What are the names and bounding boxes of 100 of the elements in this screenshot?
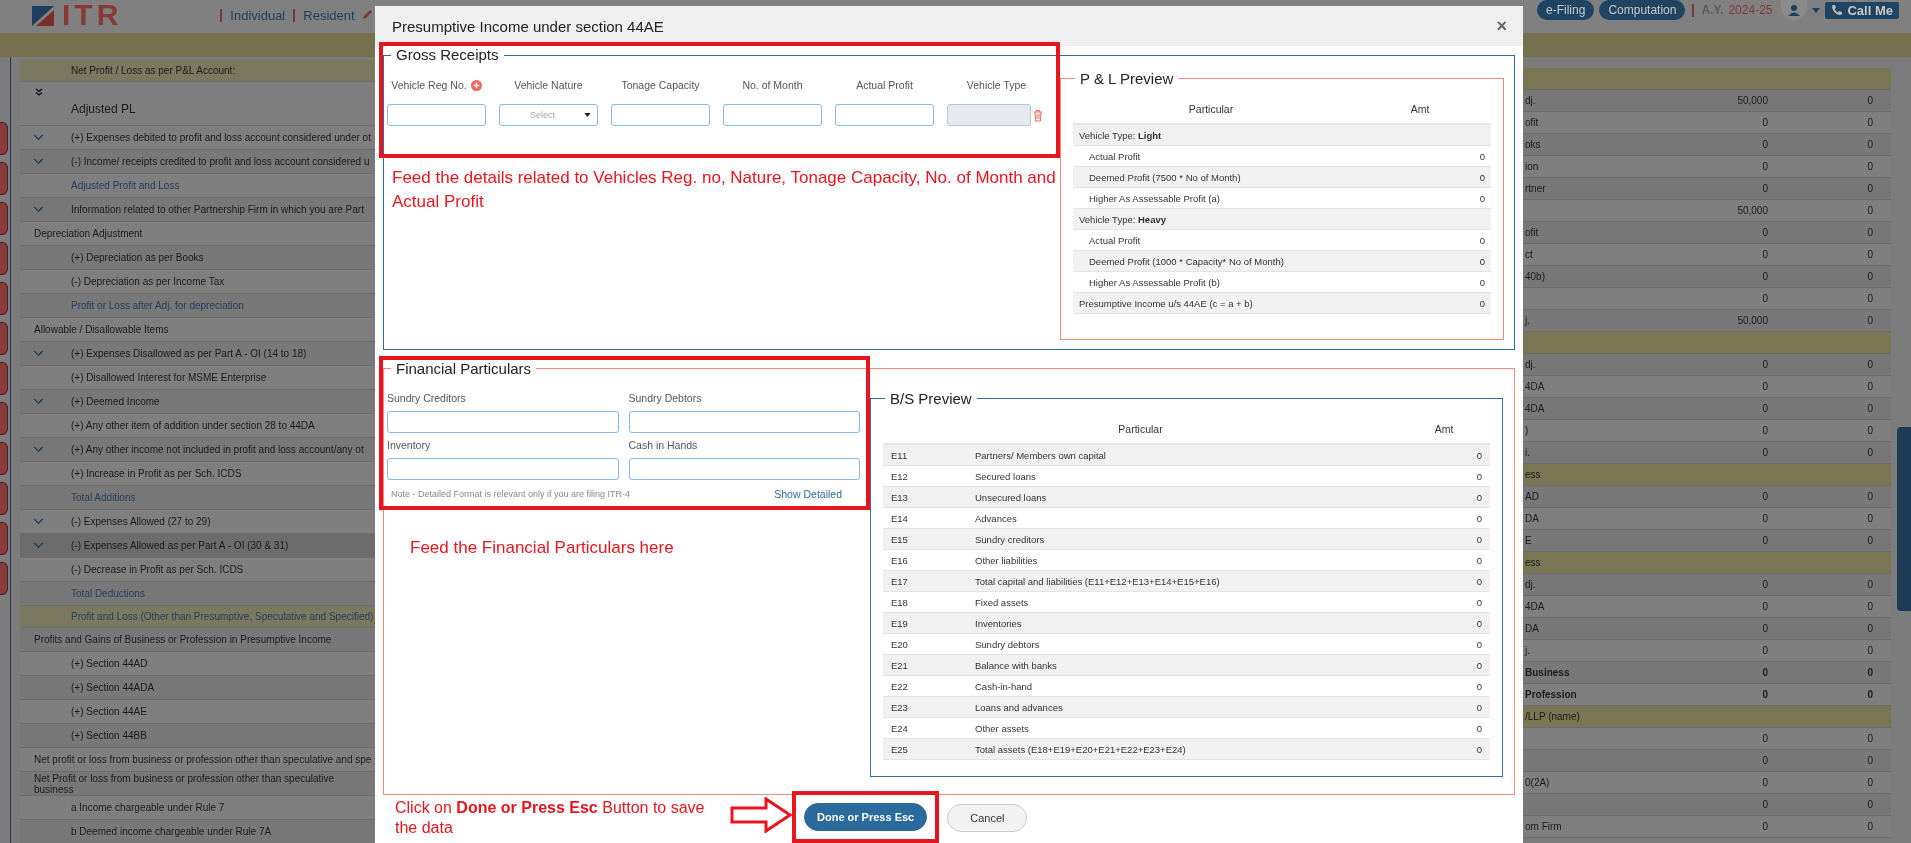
amount-cell: 0 [1867,447,1873,458]
row-label: ess [1525,469,1541,480]
amount-cell: 0 [1867,205,1873,216]
table-row[interactable]: b Deemed income chargeable under Rule 7A [20,820,375,843]
amount-cell: 0 [1762,425,1768,436]
side-tab[interactable] [0,322,8,355]
input-field[interactable] [628,411,860,433]
note-text: Note - Detailed Format is relevant only if you are filing ITR-4 [391,489,631,499]
header-button[interactable]: e-Filing [1537,0,1595,20]
input-field[interactable] [387,458,619,480]
row-label: 4DA [1525,601,1545,612]
table-row[interactable]: (-) Income/ receipts credited to profit and loss account considered u [20,150,375,174]
table-row[interactable]: (+) Expenses Disallowed as per Part A - OI (14 to 18) [20,342,375,366]
side-tab[interactable] [0,362,8,395]
close-button[interactable]: × [1492,15,1511,37]
side-tab[interactable] [0,162,8,195]
side-tab[interactable] [0,562,8,595]
row-label: om Firm [1525,821,1562,832]
chevron-down-icon[interactable] [33,350,44,357]
table-row[interactable]: (+) Depreciation as per Books [20,246,375,270]
amount-cell: 0 [1867,513,1873,524]
chevron-down-icon[interactable] [33,134,44,141]
table-row[interactable]: Information related to other Partnership Firm in which you are Part [20,198,375,222]
input-field[interactable] [387,104,486,126]
trash-icon[interactable] [1033,108,1043,122]
row-label: (+) Section 44ADA [71,682,156,693]
amount-cell: 0 [1476,512,1482,524]
show-detailed-link[interactable]: Show Detailed [774,488,842,500]
row-label: Allowable / Disallowable Items [34,324,170,335]
side-tab[interactable] [0,122,8,155]
chevron-down-icon[interactable] [33,158,44,165]
table-row[interactable]: (+) Section 44ADA [20,676,375,700]
row-label: E [1525,535,1532,546]
amount-cell: 0 [1762,403,1768,414]
row-label: /LLP (name) [1525,711,1580,722]
side-tab[interactable] [0,442,8,475]
double-chevron-icon[interactable] [34,88,43,96]
annotation-text: Feed the details related to Vehicles Reg. no, Nature, Tonage Capacity, No. of Month and Actual Profit [392,167,1057,213]
chevron-down-icon[interactable] [33,542,44,549]
amount-cell: 0 [1867,755,1873,766]
code-cell: E25 [891,743,908,755]
code-cell: E17 [891,575,908,587]
input-field[interactable] [628,458,860,480]
row-label: Business [1525,667,1570,678]
amount-cell: 0 [1867,117,1873,128]
code-cell: E15 [891,533,908,545]
table-row[interactable]: Profits and Gains of Business or Profession in Presumptive Income [20,628,375,652]
cancel-button[interactable]: Cancel [947,804,1028,832]
year-value[interactable]: 2024-25 [1728,3,1773,17]
pencil-icon[interactable] [360,9,373,21]
call-me-button[interactable]: Call Me [1825,1,1899,19]
side-tab[interactable] [0,482,8,515]
row-label: (+) Depreciation as per Books [71,252,205,263]
header-button[interactable]: Computation [1599,0,1686,20]
chevron-down-icon[interactable] [33,518,44,525]
add-icon[interactable] [470,79,482,91]
caret-icon[interactable] [1812,7,1821,13]
table-row[interactable]: (-) Expenses Allowed as per Part A - OI (30 & 31) [20,534,375,558]
table-row[interactable]: (+) Section 44BB [20,724,375,748]
header-link[interactable]: Resident [303,7,355,23]
done-button[interactable]: Done or Press Esc [804,803,928,831]
table-row[interactable]: Net Profit or loss from business or profession other than speculative business [20,772,375,796]
header-link[interactable]: Individual [230,7,286,23]
chevron-down-icon[interactable] [33,206,44,213]
input-field[interactable] [835,104,934,126]
code-cell: E13 [891,491,908,503]
table-row[interactable]: Profit or Loss after Adj. for depreciation [20,294,375,318]
side-tab[interactable] [0,402,8,435]
side-tab[interactable] [0,202,8,235]
input-field[interactable] [387,411,619,433]
input-field[interactable] [723,104,822,126]
select-field[interactable]: Select [499,104,598,126]
row-label: ofit [1525,227,1539,238]
field-label: Sundry Creditors [387,392,467,404]
particular-cell: Inventories [975,617,1022,629]
amount-cell: 0 [1762,513,1768,524]
side-tab[interactable] [0,282,8,315]
chevron-down-icon[interactable] [33,446,44,453]
table-row[interactable]: (+) Any other income not included in profit and loss account/any ot [20,438,375,462]
row-label: (-) Expenses Allowed (27 to 29) [71,516,212,527]
side-tab[interactable] [0,242,8,275]
table-row[interactable]: Total Deductions [20,582,375,606]
chevron-down-icon[interactable] [33,398,44,405]
row-label: DA [1525,623,1539,634]
table-row[interactable]: Net Profit / Loss as per P&L Account: [20,60,375,82]
amount-cell: 0 [1867,403,1873,414]
amount-cell: 50,000 [1737,315,1768,326]
amount-cell: 0 [1479,150,1485,162]
input-field[interactable] [611,104,710,126]
table-row[interactable]: Profit and Loss (Other than Presumptive, Speculative and Specified) [20,606,375,628]
row-label: Information related to other Partnership Firm in which you are Part [71,204,365,215]
table-row[interactable]: Total Additions [20,486,375,510]
field-label: Cash in Hands [628,439,699,451]
user-avatar-icon[interactable] [1781,0,1808,20]
particular-cell: Deemed Profit (7500 * No of Month) [1089,171,1241,183]
row-label: 40b) [1525,271,1545,282]
side-tab[interactable] [0,522,8,555]
code-cell: E21 [891,659,908,671]
row-label: (+) Disallowed Interest for MSME Enterprise [71,372,268,383]
table-row[interactable]: (+) Deemed Income [20,390,375,414]
